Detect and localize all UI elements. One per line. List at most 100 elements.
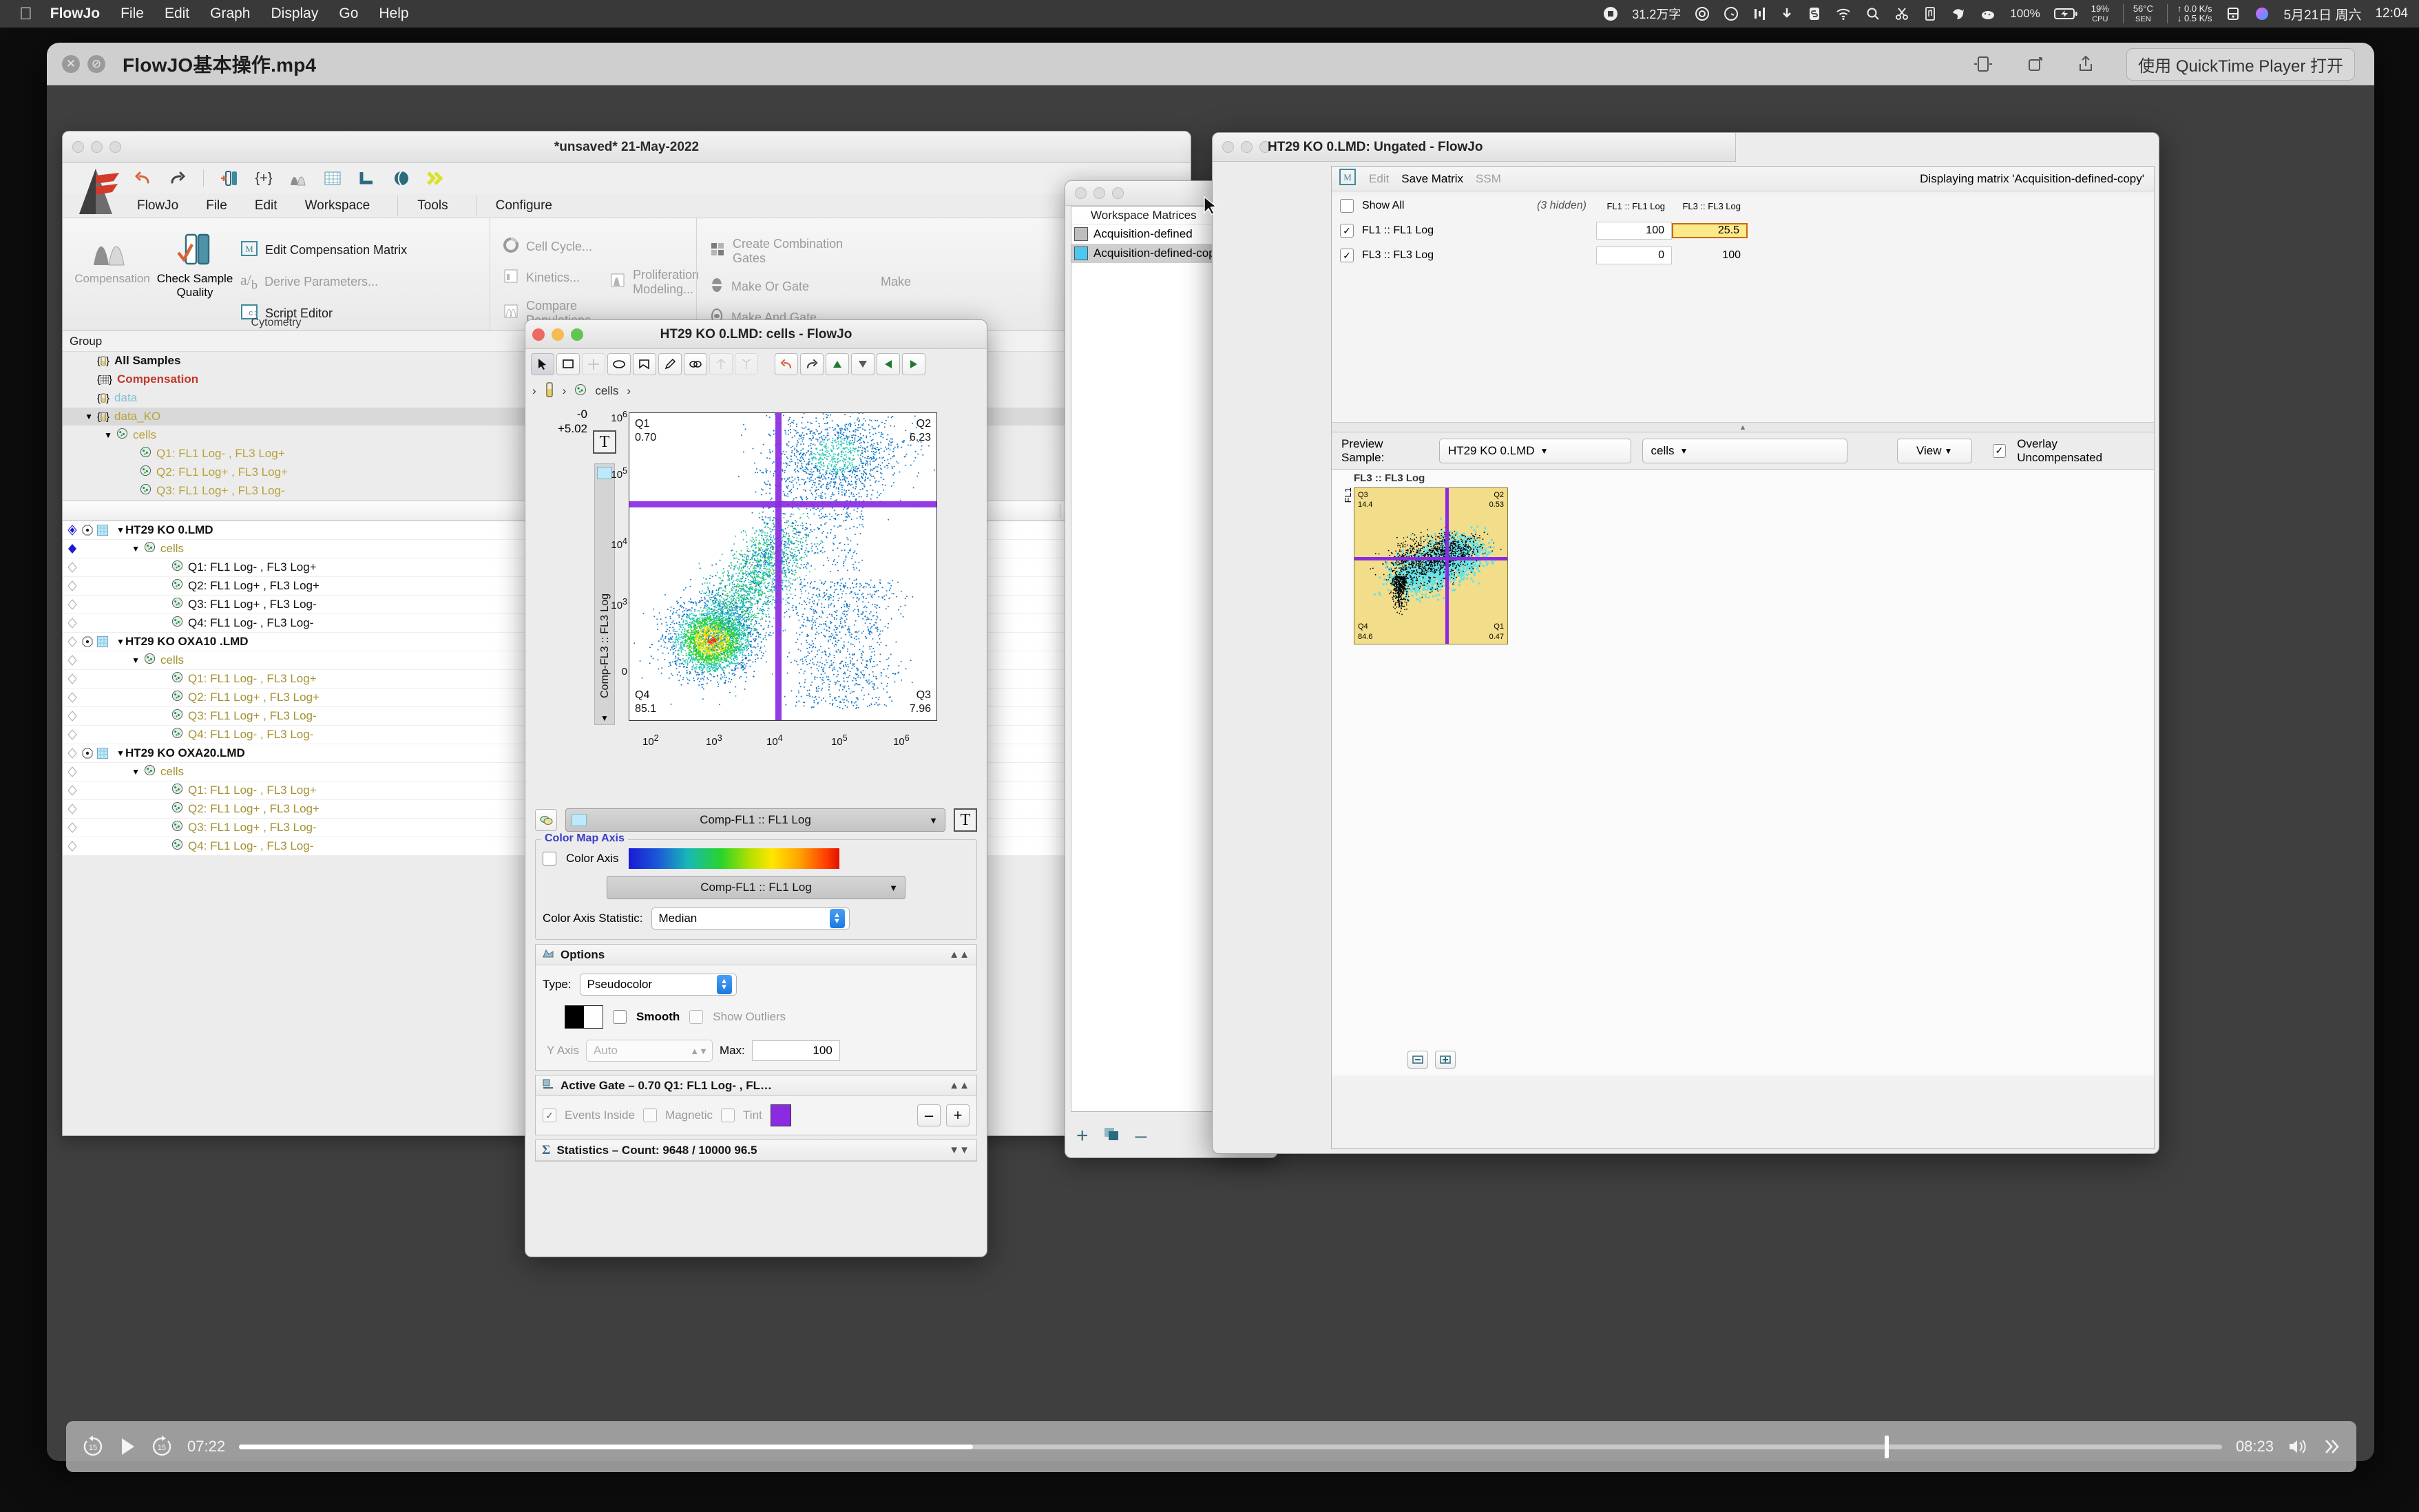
ssm-button[interactable]: SSM [1476,172,1501,186]
matrix-row-fl1[interactable]: ✓ FL1 :: FL1 Log 100 25.5 [1332,220,2154,241]
up-icon[interactable] [826,353,849,375]
layout-icon[interactable] [355,168,379,189]
ws-menu-edit[interactable]: Edit [255,198,277,213]
matrix-cell-fl1-fl3[interactable]: 25.5 [1672,223,1748,238]
restrict-icon[interactable]: ⊘ [87,54,105,73]
tree-caret-icon[interactable]: ▼ [75,430,116,440]
make-or-gate-item[interactable]: Make Or Gate [709,277,872,297]
increase-button[interactable]: + [946,1104,970,1126]
resize-icon[interactable] [2026,54,2045,74]
wifi-icon[interactable] [1835,6,1852,21]
scrubber-track[interactable] [239,1435,2222,1458]
x-axis-param-dropdown[interactable]: Comp-FL1 :: FL1 Log ▼ [565,808,945,832]
display-icon[interactable] [2226,6,2241,21]
duplicate-icon[interactable] [1102,1126,1122,1147]
zoom-out-icon[interactable] [1407,1051,1428,1069]
network-status[interactable]: ↑ 0.0 K/s ↓ 0.5 K/s [2166,4,2212,23]
max-input[interactable]: 100 [751,1040,840,1061]
redo-icon[interactable] [800,353,824,375]
redo-icon[interactable] [166,168,189,189]
row-gutter-icons[interactable] [63,841,116,852]
stepper-icon[interactable]: ▲ ▼ [829,909,845,928]
compensation-icon[interactable] [286,168,310,189]
show-outliers-checkbox[interactable] [689,1010,704,1024]
ws-menu-workspace[interactable]: Workspace [305,198,370,213]
preview-sample-dropdown[interactable]: HT29 KO 0.LMD ▼ [1438,438,1631,463]
matrix-color-swatch-2[interactable] [1074,246,1088,260]
forward-icon[interactable] [902,353,925,375]
search-icon[interactable] [1865,6,1881,21]
tree-caret-icon[interactable]: ▼ [116,525,125,535]
graph-breadcrumb[interactable]: › › cells › [525,379,987,403]
menu-graph[interactable]: Graph [210,6,250,22]
matrix-row-fl3[interactable]: ✓ FL3 :: FL3 Log 0 100 [1332,245,2154,266]
volume-icon[interactable] [2287,1438,2308,1456]
ws-menu-flowjo[interactable]: FlowJo [137,198,178,213]
scissors-icon[interactable] [1894,6,1909,21]
row-gutter-icons[interactable] [63,599,116,610]
row-gutter-icons[interactable] [63,748,116,759]
remove-icon[interactable]: – [1135,1124,1147,1148]
snipaste-icon[interactable] [1808,6,1821,21]
skip-back-icon[interactable]: 15 [81,1435,105,1458]
ws-menu-file[interactable]: File [206,198,227,213]
wm-window-controls[interactable] [1075,187,1124,199]
view-button[interactable]: View ▼ [1896,438,1972,463]
menu-display[interactable]: Display [271,6,319,22]
cell-cycle-item[interactable]: Cell Cycle... [503,237,601,257]
timer-icon[interactable] [1724,6,1739,21]
table-splitter[interactable]: ▲ [1332,422,2154,432]
row-gutter-icons[interactable] [63,655,116,666]
row-gutter-icons[interactable] [63,618,116,629]
row-gutter-icons[interactable] [63,636,116,647]
undo-icon[interactable] [775,353,798,375]
derive-parameters-item[interactable]: a/b Derive Parameters... [240,271,407,292]
tree-caret-icon[interactable]: ▼ [116,655,144,665]
row-gutter-icons[interactable] [63,692,116,703]
magnetic-checkbox[interactable] [643,1109,658,1122]
compensation-matrix-table[interactable]: Show All (3 hidden) FL1 :: FL1 Log FL3 :… [1332,196,2154,432]
polygon-gate-icon[interactable] [633,353,656,375]
tint-checkbox[interactable] [721,1109,735,1122]
matrix-cell-fl3-fl3[interactable]: 100 [1672,249,1748,262]
skip-forward-icon[interactable]: 15 [150,1435,174,1458]
row-gutter-icons[interactable] [63,525,116,536]
date-display[interactable]: 5月21日 周六 [2283,5,2361,23]
record-icon[interactable] [1603,6,1618,21]
row-gutter-icons[interactable] [63,785,116,796]
tree-caret-icon[interactable]: ▼ [75,412,97,421]
row-gutter-icons[interactable] [63,804,116,815]
color-axis-statistic-select[interactable]: Median ▲ ▼ [651,907,850,930]
close-icon[interactable]: ✕ [62,54,80,73]
matrix-cell-fl3-fl1[interactable]: 0 [1596,246,1672,264]
matrix-color-swatch[interactable] [1074,227,1088,241]
zoom-button[interactable] [1112,187,1124,199]
tube-icon[interactable] [545,381,554,401]
quadrant-horizontal-gate[interactable] [629,501,936,507]
minimize-button[interactable] [1241,141,1253,153]
compensation-button[interactable]: Compensation [71,224,154,330]
table-icon[interactable] [321,168,344,189]
stepper-icon-3[interactable]: ▲▼ [690,1046,708,1056]
spider-gate-icon[interactable] [735,353,758,375]
row-gutter-icons[interactable] [63,766,116,777]
mx-window-controls[interactable] [1222,141,1271,153]
add-samples-icon[interactable] [218,168,241,189]
create-combination-gates-item[interactable]: Create Combination Gates [709,237,872,266]
tree-caret-icon[interactable]: ▼ [116,544,144,554]
dnd-icon[interactable] [1695,6,1710,21]
matrix-row-checkbox-fl3[interactable]: ✓ [1340,249,1354,262]
smooth-checkbox[interactable] [613,1010,627,1024]
globe-icon[interactable] [390,168,413,189]
plot-type-select[interactable]: Pseudocolor ▲ ▼ [579,974,737,996]
note-icon[interactable] [1923,6,1937,21]
pop-icon[interactable] [574,384,587,399]
minimize-button[interactable] [1093,187,1105,199]
statistics-panel-header[interactable]: Σ Statistics – Count: 9648 / 10000 96.5 … [536,1140,976,1161]
scatter-plot[interactable]: Q1 0.70 Q2 6.23 Q3 7.96 Q4 85.1 [629,412,937,721]
menu-edit[interactable]: Edit [165,6,189,22]
pencil-gate-icon[interactable] [658,353,682,375]
tint-color-swatch[interactable] [770,1104,791,1126]
edit-compensation-matrix-item[interactable]: M Edit Compensation Matrix [240,240,407,260]
battery-charging-icon[interactable] [2053,7,2077,21]
